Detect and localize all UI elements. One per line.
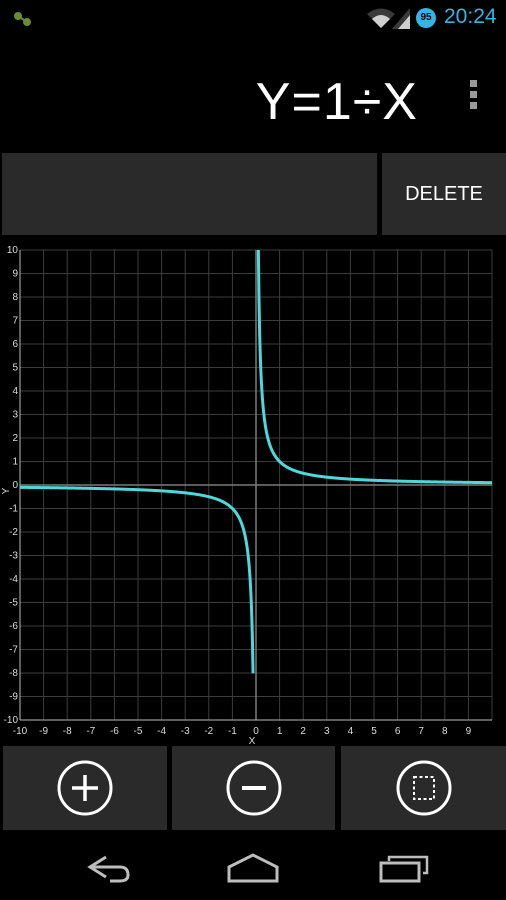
x-tick-label: 7 (418, 726, 424, 737)
y-tick-label: 6 (12, 339, 18, 350)
notification-icon (14, 12, 31, 26)
zoom-out-button[interactable] (172, 746, 335, 830)
x-tick-label: 5 (371, 726, 377, 737)
y-tick-label: 8 (12, 292, 18, 303)
fit-screen-button[interactable] (341, 746, 506, 830)
y-tick-label: -4 (9, 574, 18, 585)
back-icon[interactable] (76, 849, 136, 885)
x-axis-label: X (249, 736, 256, 746)
y-tick-label: -3 (9, 551, 18, 562)
zoom-in-icon (57, 760, 113, 816)
y-tick-label: 0 (12, 480, 18, 491)
x-tick-label: 2 (300, 726, 306, 737)
delete-button[interactable]: DELETE (382, 153, 506, 235)
function-graph[interactable]: -10 -9 -8 -7 -6 -5 -4 -3 -2 -1 0 1 2 3 4 5 6 7 8 9109876543… (0, 240, 506, 746)
x-tick-label: -8 (63, 726, 72, 737)
x-tick-label: 4 (348, 726, 354, 737)
x-tick-label: -7 (86, 726, 95, 737)
y-tick-label: 9 (12, 269, 18, 280)
y-tick-label: 7 (12, 316, 18, 327)
x-tick-label: 8 (442, 726, 448, 737)
x-tick-label: -1 (228, 726, 237, 737)
x-tick-label: 9 (466, 726, 472, 737)
x-tick-label: 3 (324, 726, 330, 737)
formula-display: Y=1÷X (255, 73, 418, 131)
y-tick-label: 10 (7, 245, 19, 256)
y-tick-label: -8 (9, 668, 18, 679)
x-tick-label: -4 (157, 726, 166, 737)
y-axis-label: Y (1, 487, 12, 494)
battery-icon: 95 (416, 8, 436, 28)
fit-screen-icon (396, 760, 451, 816)
y-tick-label: -6 (9, 621, 18, 632)
y-tick-label: 2 (12, 433, 18, 444)
zoom-out-icon (226, 760, 281, 816)
curve-negative-branch (19, 485, 255, 674)
overflow-menu-icon[interactable] (468, 80, 480, 112)
navigation-bar (0, 835, 506, 900)
curve-positive-branch (256, 249, 493, 485)
recent-apps-icon[interactable] (373, 849, 433, 885)
y-tick-label: -7 (9, 645, 18, 656)
x-tick-label: 1 (277, 726, 283, 737)
y-tick-label: 4 (12, 386, 18, 397)
x-tick-label: -2 (204, 726, 213, 737)
y-tick-label: 1 (12, 457, 18, 468)
y-tick-label: 3 (12, 410, 18, 421)
zoom-in-button[interactable] (3, 746, 167, 830)
y-tick-label: -2 (9, 527, 18, 538)
y-tick-label: -5 (9, 598, 18, 609)
y-tick-label: -1 (9, 504, 18, 515)
status-bar: 95 20:24 (0, 0, 506, 37)
y-tick-label: 5 (12, 363, 18, 374)
x-tick-label: -5 (134, 726, 143, 737)
x-tick-label: -3 (181, 726, 190, 737)
y-tick-label: -9 (9, 692, 18, 703)
x-tick-label: -9 (39, 726, 48, 737)
signal-icon (392, 8, 410, 29)
x-tick-label: -6 (110, 726, 119, 737)
status-clock: 20:24 (444, 5, 497, 28)
x-tick-label: 6 (395, 726, 401, 737)
home-icon[interactable] (223, 849, 283, 885)
formula-input[interactable] (2, 153, 377, 235)
y-tick-label: -10 (4, 715, 19, 726)
x-tick-label: -10 (13, 726, 28, 737)
